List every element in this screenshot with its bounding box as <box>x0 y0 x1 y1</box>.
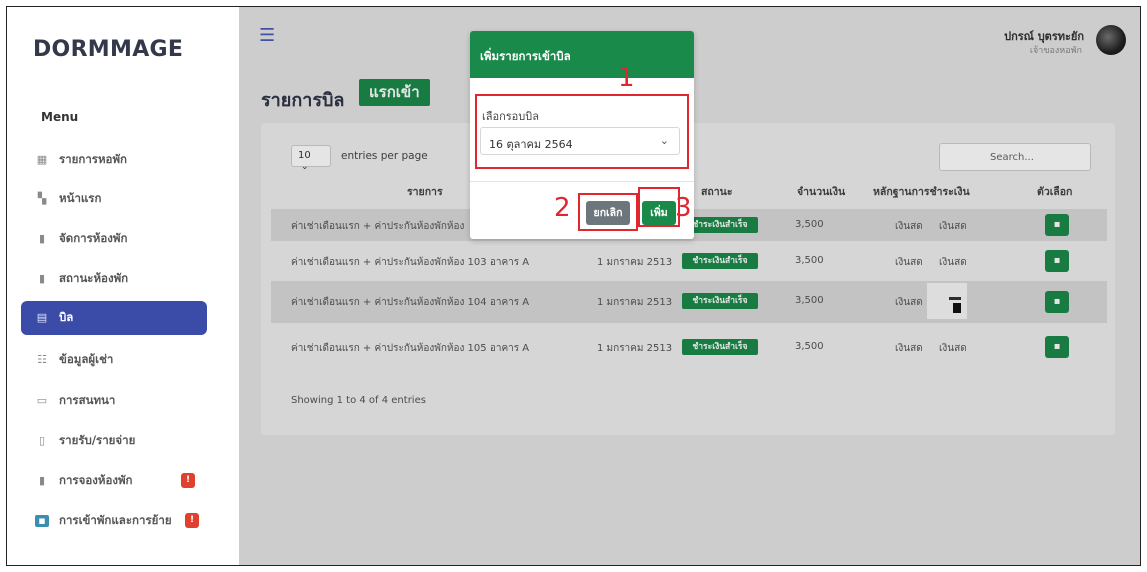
brand-logo: DORMMAGE <box>33 37 184 62</box>
modal-title: เพิ่มรายการเข้าบิล <box>480 49 571 63</box>
users-icon: ☷ <box>37 353 47 366</box>
sidebar-item-bill[interactable]: ▤ บิล <box>21 301 207 335</box>
sidebar-item-booking[interactable]: ▮ การจองห้องพัก ! <box>21 465 207 497</box>
alert-badge: ! <box>181 473 195 488</box>
sidebar-item-label: ข้อมูลผู้เช่า <box>59 352 114 366</box>
annotation-number: 3 <box>675 193 692 223</box>
sidebar-item-dorm-list[interactable]: ▦ รายการหอพัก <box>21 144 207 176</box>
sidebar-item-label: จัดการห้องพัก <box>59 231 128 245</box>
grid-icon: ▦ <box>36 153 48 166</box>
annotation-box-select <box>475 94 689 169</box>
modal-header: เพิ่มรายการเข้าบิล <box>470 31 694 78</box>
dashboard-icon: ▚ <box>37 192 47 205</box>
sidebar-item-label: การจองห้องพัก <box>59 473 133 487</box>
add-bill-item-modal: เพิ่มรายการเข้าบิล เลือกรอบบิล 16 ตุลาคม… <box>470 31 694 239</box>
annotation-box-add <box>638 187 680 227</box>
building-status-icon: ▮ <box>38 272 46 285</box>
booking-icon: ▮ <box>38 474 46 487</box>
sidebar-item-label: รายการหอพัก <box>59 152 128 166</box>
sidebar: DORMMAGE Menu ▦ รายการหอพัก ▚ หน้าแรก ▮ … <box>7 7 239 565</box>
sidebar-item-label: การเข้าพักและการย้าย <box>59 513 172 527</box>
modal-divider <box>470 181 694 182</box>
app-frame: DORMMAGE Menu ▦ รายการหอพัก ▚ หน้าแรก ▮ … <box>6 6 1141 566</box>
sidebar-item-label: การสนทนา <box>59 393 116 407</box>
sidebar-item-label: สถานะห้องพัก <box>59 271 129 285</box>
sidebar-item-income-expense[interactable]: ▯ รายรับ/รายจ่าย <box>21 425 207 457</box>
sidebar-item-tenants[interactable]: ☷ ข้อมูลผู้เช่า <box>21 344 207 376</box>
annotation-number: 1 <box>618 63 635 93</box>
wallet-icon: ▯ <box>38 434 46 447</box>
sidebar-item-chat[interactable]: ▭ การสนทนา <box>21 385 207 417</box>
building-icon: ▮ <box>38 232 46 245</box>
menu-title: Menu <box>41 110 79 124</box>
annotation-number: 2 <box>554 193 571 223</box>
sidebar-item-label: รายรับ/รายจ่าย <box>59 433 136 447</box>
move-icon: ▪ <box>35 515 49 527</box>
annotation-box-cancel <box>578 193 638 231</box>
sidebar-item-manage-rooms[interactable]: ▮ จัดการห้องพัก <box>21 223 207 255</box>
alert-badge: ! <box>185 513 199 528</box>
sidebar-item-home[interactable]: ▚ หน้าแรก <box>21 183 207 215</box>
sidebar-item-room-status[interactable]: ▮ สถานะห้องพัก <box>21 263 207 295</box>
sidebar-item-checkin-move[interactable]: ▪ การเข้าพักและการย้าย ! <box>21 505 207 537</box>
sidebar-item-label: บิล <box>59 310 74 324</box>
bill-icon: ▤ <box>36 311 48 324</box>
chat-icon: ▭ <box>36 394 48 407</box>
sidebar-item-label: หน้าแรก <box>59 191 102 205</box>
